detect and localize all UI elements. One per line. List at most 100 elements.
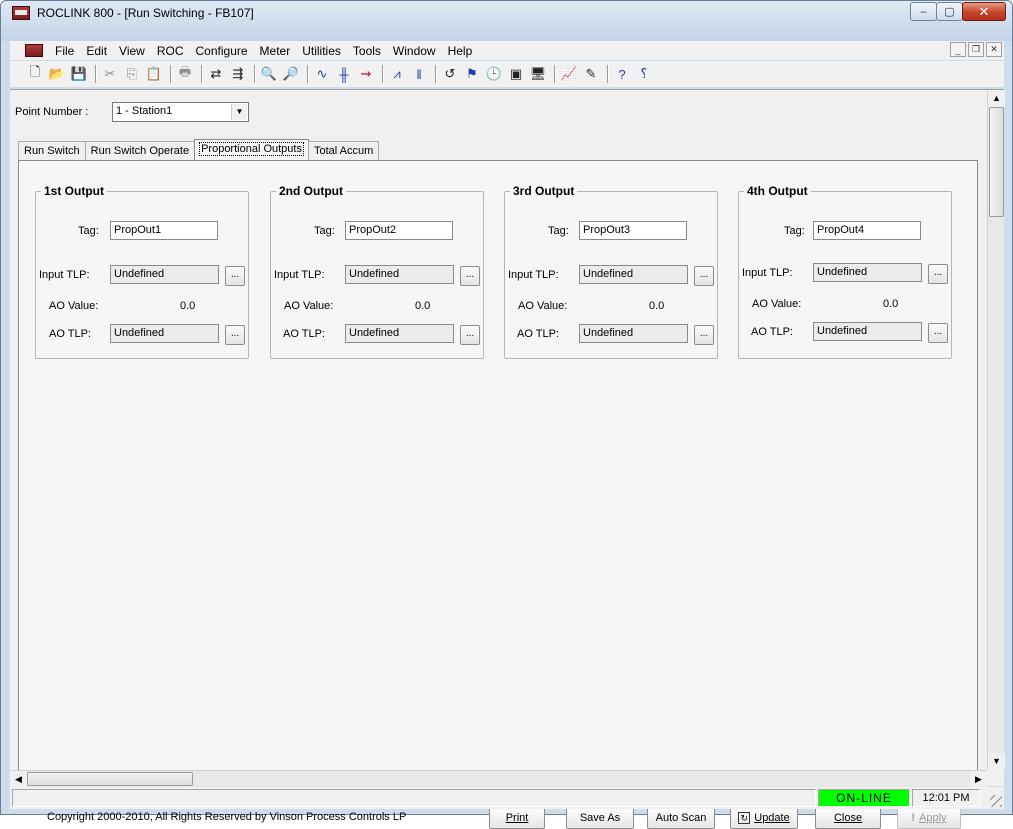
scroll-left-icon[interactable]: ◀ [10, 771, 27, 787]
tag-label: Tag: [314, 225, 335, 237]
cut-icon[interactable]: ✂ [101, 65, 119, 83]
bars-icon[interactable]: ‖ [410, 65, 428, 83]
point-number-value: 1 - Station1 [116, 105, 173, 117]
menu-tools[interactable]: Tools [347, 44, 387, 58]
toolbar-separator [254, 65, 255, 83]
open-folder-icon[interactable]: 📂 [48, 65, 66, 83]
ao-tlp-browse-button[interactable]: ... [928, 323, 948, 343]
tag-label: Tag: [78, 225, 99, 237]
copy-icon[interactable]: ⎘ [123, 65, 141, 83]
ao-tlp-label: AO TLP: [751, 326, 793, 338]
horizontal-scrollbar[interactable]: ◀ ▶ [10, 770, 987, 787]
ao-tlp-browse-button[interactable]: ... [225, 325, 245, 345]
output-group-title: 2nd Output [276, 184, 346, 198]
direct-connect-icon[interactable]: ⇶ [229, 65, 247, 83]
save-as-button[interactable]: Save As [566, 807, 634, 829]
vertical-scrollbar[interactable]: ▲ ▼ [987, 90, 1005, 770]
paste-icon[interactable]: 📋 [145, 65, 163, 83]
trend-icon[interactable]: ∿ [313, 65, 331, 83]
toolbar-separator [201, 65, 202, 83]
input-tlp-field: Undefined [110, 265, 219, 284]
menu-view[interactable]: View [113, 44, 151, 58]
chevron-down-icon[interactable]: ▼ [231, 104, 247, 120]
tag-input[interactable]: PropOut1 [110, 221, 218, 240]
menu-meter[interactable]: Meter [254, 44, 297, 58]
point-number-select[interactable]: 1 - Station1 ▼ [112, 102, 249, 122]
ao-tlp-browse-button[interactable]: ... [694, 325, 714, 345]
tag-label: Tag: [784, 225, 805, 237]
flow-icon[interactable]: ⇝ [357, 65, 375, 83]
display-icon[interactable]: ▣ [507, 65, 525, 83]
title-bar[interactable]: ROCLINK 800 - [Run Switching - FB107] – … [1, 1, 1012, 41]
signal-icon[interactable]: ╫ [335, 65, 353, 83]
ao-tlp-field: Undefined [110, 324, 219, 343]
menu-help[interactable]: Help [442, 44, 479, 58]
tab-total-accum[interactable]: Total Accum [307, 141, 380, 161]
ao-tlp-browse-button[interactable]: ... [460, 325, 480, 345]
resize-grip-icon[interactable] [990, 795, 1002, 807]
menu-roc[interactable]: ROC [151, 44, 190, 58]
input-tlp-browse-button[interactable]: ... [694, 266, 714, 286]
new-icon[interactable]: 🗋 [26, 64, 44, 83]
menu-file[interactable]: File [49, 44, 80, 58]
apply-button[interactable]: ! Apply [897, 807, 961, 829]
roclink-app-icon[interactable] [12, 6, 30, 20]
tag-label: Tag: [548, 225, 569, 237]
tab-run-switch-operate[interactable]: Run Switch Operate [84, 141, 196, 161]
alarm-icon[interactable]: ⚑ [463, 65, 481, 83]
context-help-icon[interactable]: ⸮ [635, 65, 653, 83]
point-number-label: Point Number : [15, 106, 89, 118]
vertical-scroll-thumb[interactable] [989, 107, 1004, 217]
chart-icon[interactable]: 📈 [560, 65, 578, 83]
tab-proportional-outputs[interactable]: Proportional Outputs [194, 139, 309, 161]
toolbar-separator [95, 65, 96, 83]
menu-edit[interactable]: Edit [80, 44, 113, 58]
save-icon[interactable]: 💾 [70, 65, 88, 83]
edit-icon[interactable]: ✎ [582, 65, 600, 83]
print-icon[interactable]: 🖶 [176, 64, 194, 83]
mdi-controls: _ ❐ ✕ [948, 42, 1002, 57]
monitor-icon[interactable]: 🖥 [529, 65, 547, 83]
output-group-1: 1st Output Tag: PropOut1 Input TLP: Undefine… [35, 184, 249, 359]
scroll-up-icon[interactable]: ▲ [988, 90, 1005, 107]
output-group-title: 4th Output [744, 184, 811, 198]
zoom-in-icon[interactable]: 🔍 [260, 65, 278, 83]
tab-run-switch[interactable]: Run Switch [18, 141, 86, 161]
tag-input[interactable]: PropOut4 [813, 221, 921, 240]
input-tlp-browse-button[interactable]: ... [460, 266, 480, 286]
clock-icon[interactable]: 🕒 [485, 65, 503, 83]
zoom-out-icon[interactable]: 🔎 [282, 65, 300, 83]
scroll-down-icon[interactable]: ▼ [988, 753, 1005, 770]
close-window-button[interactable]: ✕ [962, 2, 1006, 21]
status-message-pane [12, 789, 816, 807]
input-tlp-browse-button[interactable]: ... [225, 266, 245, 286]
menu-window[interactable]: Window [387, 44, 442, 58]
update-button[interactable]: ↻ Update [730, 807, 798, 829]
tag-input[interactable]: PropOut2 [345, 221, 453, 240]
waveform-icon[interactable]: ⩘ [388, 65, 406, 83]
mdi-close-button[interactable]: ✕ [986, 42, 1002, 57]
tag-input[interactable]: PropOut3 [579, 221, 687, 240]
mdi-minimize-button[interactable]: _ [950, 42, 966, 57]
input-tlp-label: Input TLP: [508, 269, 559, 281]
connection-status: ON-LINE [818, 789, 910, 807]
menu-utilities[interactable]: Utilities [296, 44, 347, 58]
ao-tlp-label: AO TLP: [49, 328, 91, 340]
minimize-button[interactable]: – [910, 2, 937, 21]
help-icon[interactable]: ? [613, 65, 631, 83]
mdi-restore-button[interactable]: ❐ [968, 42, 984, 57]
ao-tlp-label: AO TLP: [283, 328, 325, 340]
document-icon[interactable] [25, 44, 43, 57]
history-icon[interactable]: ↺ [441, 65, 459, 83]
scroll-right-icon[interactable]: ▶ [970, 771, 987, 787]
auto-scan-button[interactable]: Auto Scan [647, 807, 715, 829]
close-button[interactable]: Close [815, 807, 881, 829]
horizontal-scroll-thumb[interactable] [27, 772, 193, 786]
maximize-button[interactable]: ▢ [936, 2, 963, 21]
input-tlp-label: Input TLP: [274, 269, 325, 281]
connect-icon[interactable]: ⇄ [207, 65, 225, 83]
print-button[interactable]: Print [489, 807, 545, 829]
toolbar-separator [382, 65, 383, 83]
input-tlp-browse-button[interactable]: ... [928, 264, 948, 284]
menu-configure[interactable]: Configure [190, 44, 254, 58]
